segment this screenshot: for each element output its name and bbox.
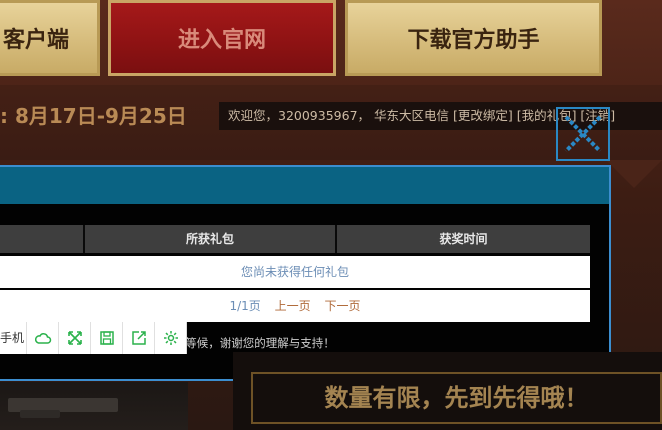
gear-icon — [163, 331, 178, 345]
close-modal-button[interactable] — [556, 107, 610, 161]
expand-button[interactable] — [58, 322, 90, 354]
empty-gift-message: 您尚未获得任何礼包 — [240, 265, 349, 279]
prev-page-link[interactable]: 上一页 — [275, 299, 311, 313]
modal-header — [0, 167, 609, 204]
table-header-row: 所获礼包 获奖时间 — [0, 225, 590, 253]
save-icon — [99, 331, 114, 345]
limited-text: 数量有限，先到先得哦！ — [324, 384, 589, 412]
settings-button[interactable] — [154, 322, 186, 354]
notice-text: p等候，谢谢您的理解与支持！ — [178, 336, 335, 350]
table-row: 您尚未获得任何礼包 — [0, 256, 590, 288]
enter-official-site-button[interactable]: 进入官网 — [108, 0, 336, 76]
floating-toolbar: 手机 — [0, 322, 187, 354]
decorative-arrow — [606, 160, 662, 188]
pagination-row: 1/1页 上一页 下一页 — [0, 290, 590, 322]
expand-icon — [67, 331, 82, 345]
download-button-label: 下载官方助手 — [407, 28, 540, 53]
table-header-time: 获奖时间 — [337, 225, 590, 253]
phone-label[interactable]: 手机 — [0, 322, 26, 354]
cloud-icon — [34, 333, 51, 344]
client-button-label: 客户端 — [2, 28, 69, 53]
save-button[interactable] — [90, 322, 122, 354]
table-header-gift: 所获礼包 — [85, 225, 337, 253]
cloud-button[interactable] — [26, 322, 58, 354]
share-button[interactable] — [122, 322, 154, 354]
share-icon — [131, 331, 146, 345]
next-page-link[interactable]: 下一页 — [324, 299, 360, 313]
weapon-image-part — [20, 410, 60, 418]
close-icon — [564, 115, 602, 153]
client-download-button[interactable]: 客户端 — [0, 0, 100, 76]
page-indicator: 1/1页 — [229, 299, 261, 313]
event-date-range: : 8月17日-9月25日 — [0, 104, 187, 128]
limited-quantity-banner: 数量有限，先到先得哦！ — [251, 372, 662, 424]
download-assistant-button[interactable]: 下载官方助手 — [345, 0, 602, 76]
official-button-label: 进入官网 — [177, 28, 266, 53]
table-header-cell — [0, 225, 85, 253]
